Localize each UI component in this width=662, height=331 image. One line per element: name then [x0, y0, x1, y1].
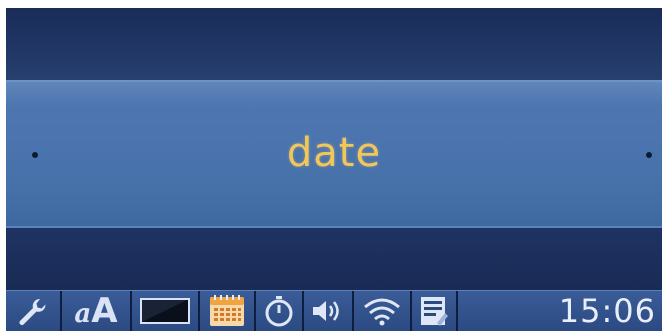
clock: 15:06 [458, 291, 662, 331]
clock-time: 15:06 [558, 292, 656, 330]
status-bar: aA 15:06 [6, 290, 662, 331]
font-size-icon: aA [74, 294, 117, 328]
wifi-icon [362, 296, 402, 326]
device-screen: date aA 15:06 [6, 8, 662, 331]
wifi-button[interactable] [354, 291, 412, 331]
font-size-small-letter: a [74, 299, 92, 329]
settings-button[interactable] [6, 291, 62, 331]
stopwatch-button[interactable] [256, 291, 304, 331]
scroll-right-indicator[interactable] [646, 152, 652, 158]
calendar-icon [209, 295, 245, 327]
stopwatch-icon [264, 295, 294, 327]
calendar-button[interactable] [200, 291, 256, 331]
notepad-button[interactable] [412, 291, 458, 331]
font-size-button[interactable]: aA [62, 291, 132, 331]
top-band [6, 8, 662, 80]
wrench-icon [16, 296, 50, 326]
bottom-band [6, 228, 662, 290]
brightness-icon [140, 297, 190, 325]
volume-button[interactable] [304, 291, 354, 331]
brightness-button[interactable] [132, 291, 200, 331]
menu-selection-bar[interactable]: date [6, 80, 662, 228]
volume-icon [311, 298, 345, 324]
notepad-icon [419, 295, 449, 327]
menu-item-label: date [286, 130, 382, 176]
font-size-big-letter: A [91, 291, 118, 331]
